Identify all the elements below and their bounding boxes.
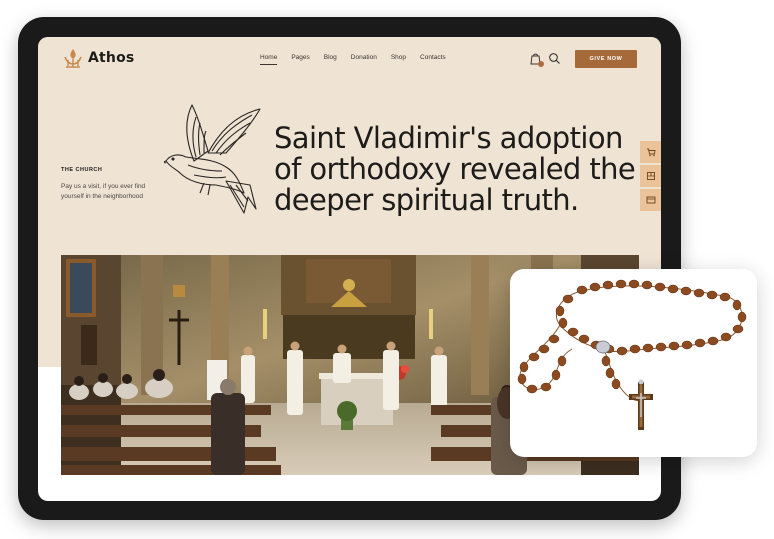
main-navigation: Home Pages Blog Donation Shop Contacts — [260, 54, 446, 65]
nav-contacts[interactable]: Contacts — [420, 54, 446, 65]
search-icon[interactable] — [548, 52, 561, 65]
nav-shop[interactable]: Shop — [391, 54, 406, 65]
site-logo[interactable]: Athos — [62, 47, 134, 69]
rosary-illustration — [517, 279, 747, 430]
side-tab-book[interactable] — [640, 165, 661, 187]
side-tab-cart[interactable] — [640, 141, 661, 163]
rosary-image-card — [510, 269, 757, 457]
nav-home[interactable]: Home — [260, 54, 278, 65]
nav-donation[interactable]: Donation — [351, 54, 377, 65]
give-now-button[interactable]: GIVE NOW — [575, 50, 637, 68]
side-toolbar — [640, 141, 661, 213]
hero-headline: Saint Vladimir's adoption of orthodoxy r… — [274, 121, 636, 217]
church-label: THE CHURCH — [61, 167, 103, 173]
side-tab-layout[interactable] — [640, 189, 661, 211]
nav-pages[interactable]: Pages — [291, 54, 309, 65]
shopping-bag-icon[interactable] — [529, 52, 544, 67]
cart-icon — [647, 148, 656, 157]
nav-blog[interactable]: Blog — [324, 54, 337, 65]
church-description: Pay us a visit, if you ever find yoursel… — [61, 183, 146, 200]
church-logo-icon — [64, 49, 82, 68]
cart-count-badge — [538, 61, 544, 67]
layout-icon — [646, 196, 656, 204]
book-icon — [647, 172, 655, 180]
brand-name: Athos — [88, 50, 135, 66]
dove-illustration — [164, 104, 261, 214]
